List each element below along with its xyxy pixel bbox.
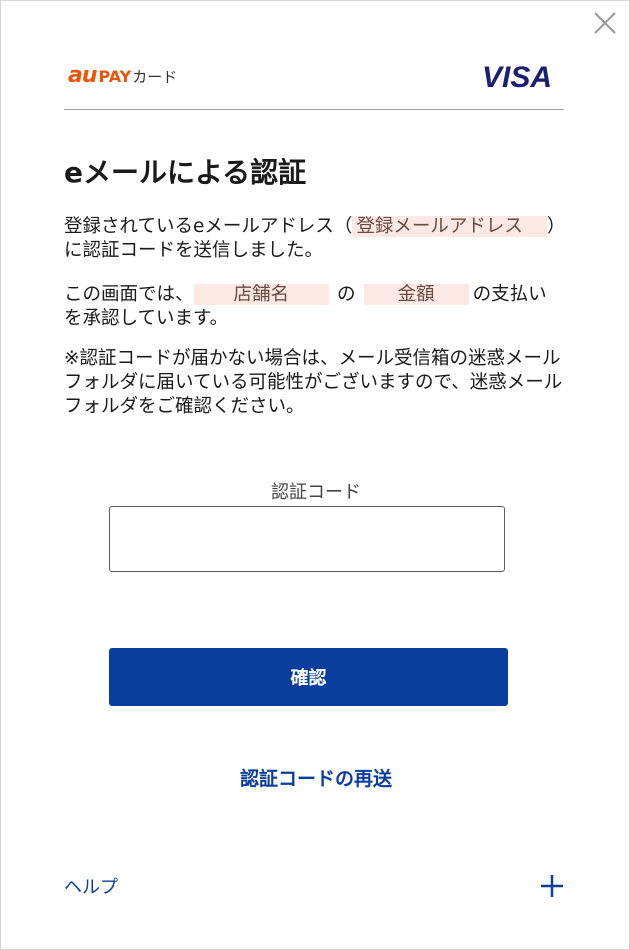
approval-before: この画面では、 [64,284,194,305]
close-icon [594,12,616,34]
page-title: eメールによる認証 [64,156,307,189]
auth-dialog: au PAY カード VISA eメールによる認証 登録されているeメールアドレ… [0,0,630,950]
logo-pay: PAY [98,67,132,86]
logo-card: カード [132,68,178,86]
help-link[interactable]: ヘルプ [64,873,118,899]
verification-code-input[interactable] [109,506,505,572]
plus-icon [541,875,563,897]
amount-placeholder: 金額 [363,284,469,305]
sent-message: 登録されているeメールアドレス（ 登録メールアドレス ）に認証コードを送信しました。 [64,215,564,263]
resend-code-link[interactable]: 認証コードの再送 [1,764,630,791]
logo-au: au [68,63,97,88]
approval-mid: の [337,284,356,305]
au-pay-card-logo: au PAY カード [68,63,177,88]
visa-logo: VISA [481,61,552,94]
sent-message-before: 登録されているeメールアドレス（ [64,216,353,237]
code-label: 認証コード [271,482,361,503]
confirm-button[interactable]: 確認 [109,648,508,706]
approval-message: この画面では、 店舗名の金額 の支払いを承認しています。 [64,283,564,331]
email-placeholder-tail [526,216,547,237]
close-button[interactable] [591,9,619,37]
spam-notice: ※認証コードが届かない場合は、メール受信箱の迷惑メールフォルダに届いている可能性… [64,348,563,417]
header: au PAY カード VISA [64,57,564,110]
expand-help-button[interactable] [539,873,565,899]
email-placeholder: 登録メールアドレス [352,216,527,237]
store-name-placeholder: 店舗名 [193,284,330,305]
